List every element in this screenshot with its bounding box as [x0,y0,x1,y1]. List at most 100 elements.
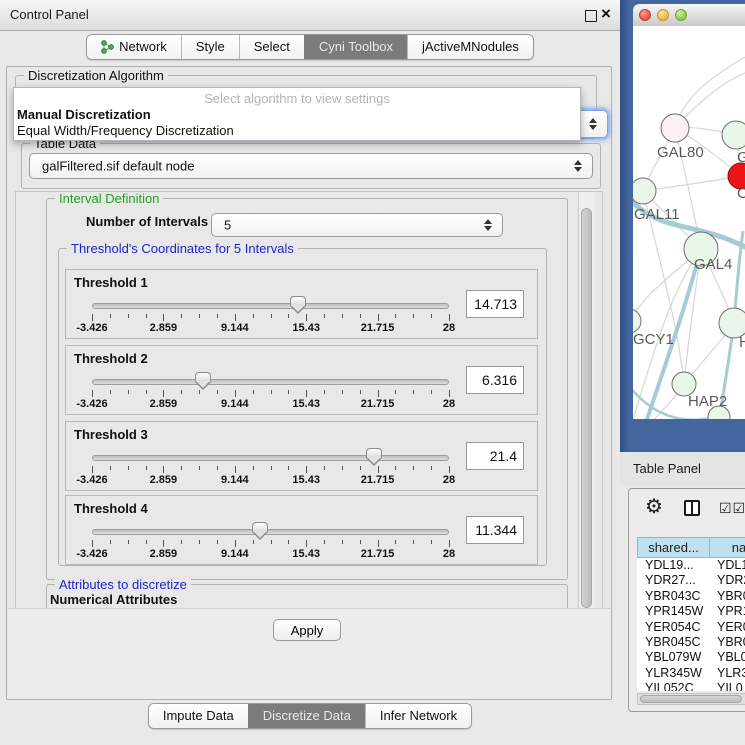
table-row[interactable]: YDR27...YDR2 [637,573,745,588]
tab-style[interactable]: Style [181,35,239,59]
slider-tick [378,466,379,473]
number-of-intervals-label: Number of Intervals [86,214,208,229]
close-icon[interactable]: × [601,4,611,24]
discretization-algorithm-title: Discretization Algorithm [24,68,168,83]
table-data-combobox[interactable]: galFiltered.sif default node [29,153,593,179]
table-row[interactable]: YPR145WYPR1 [637,604,745,619]
table-row[interactable]: YIL052CYIL0 [637,681,745,691]
table-row[interactable]: YBL079WYBL0 [637,650,745,665]
table-row[interactable]: YBR043CYBR0 [637,589,745,604]
table-cell: YLR3 [709,666,745,681]
dropdown-option-manual[interactable]: Manual Discretization [14,107,580,123]
slider-tick [431,540,432,544]
slider-tick-label: 9.144 [221,474,249,486]
slider-tick [271,390,272,394]
table-row[interactable]: YER054CYER0 [637,620,745,635]
network-node-gal80[interactable] [661,114,689,142]
settings-vertical-scrollbar[interactable] [578,192,595,668]
slider-tick [288,466,289,470]
threshold-label: Threshold 3 [74,427,148,442]
network-canvas[interactable]: GAL80GACGAL11GAL4GCY1HHAP2 [633,26,745,419]
threshold-slider-track[interactable] [92,379,449,385]
slider-tick [110,540,111,544]
slider-tick-label: 28 [443,474,455,486]
threshold-label: Threshold 2 [74,351,148,366]
network-window-frame: GAL80GACGAL11GAL4GCY1HHAP2 [620,0,745,452]
slider-tick-label: 2.859 [150,474,178,486]
column-header-shared-name[interactable]: shared... [637,537,709,558]
slider-tick [306,314,307,321]
tab-cyni-toolbox[interactable]: Cyni Toolbox [304,35,407,59]
interval-definition-title: Interval Definition [55,191,163,206]
tab-network[interactable]: Network [87,35,181,59]
thresholds-group-title: Threshold's Coordinates for 5 Intervals [67,241,298,256]
column-header-name[interactable]: na [709,537,745,558]
slider-tick [360,314,361,318]
table-data-selected-value: galFiltered.sif default node [42,159,194,174]
columns-icon[interactable] [684,500,700,516]
threshold-slider-thumb[interactable] [290,296,306,306]
gear-icon[interactable]: ⚙ [645,497,663,517]
slider-tick-label: 9.144 [221,398,249,410]
table-cell: YER054C [637,620,709,635]
network-node-label: H [739,334,745,351]
window-title: Control Panel [10,7,89,22]
slider-tick [253,390,254,394]
network-node-gal11[interactable] [633,178,656,204]
threshold-value-field[interactable]: 6.316 [466,366,524,394]
slider-tick [181,540,182,544]
network-edge[interactable] [643,176,741,191]
minimize-traffic-light-icon[interactable] [657,9,669,21]
close-traffic-light-icon[interactable] [639,9,651,21]
checkbox-icons[interactable]: ☑☑ [719,500,745,517]
threshold-value-field[interactable]: 11.344 [466,516,524,544]
slider-tick [253,466,254,470]
threshold-slider-thumb[interactable] [366,448,382,458]
threshold-slider-track[interactable] [92,455,449,461]
tab-select[interactable]: Select [239,35,304,59]
slider-tick [110,466,111,470]
threshold-slider-track[interactable] [92,529,449,535]
table-cell: YPR145W [637,604,709,619]
table-row[interactable]: YLR345WYLR3 [637,666,745,681]
slider-tick [342,314,343,318]
threshold-slider-thumb[interactable] [195,372,211,382]
top-tab-bar: NetworkStyleSelectCyni ToolboxjActiveMNo… [0,34,620,60]
slider-tick [235,314,236,321]
slider-tick [306,466,307,473]
number-of-intervals-combobox[interactable]: 5 [211,213,503,237]
tab-impute-data[interactable]: Impute Data [149,704,248,728]
tab-jactivemnodules[interactable]: jActiveMNodules [407,35,533,59]
thresholds-group: Threshold's Coordinates for 5 Intervals … [58,248,547,566]
slider-tick [431,466,432,470]
threshold-value-field[interactable]: 14.713 [466,290,524,318]
slider-tick [360,390,361,394]
settings-scroll-viewport: Interval Definition Number of Intervals … [15,191,603,669]
network-node-ga[interactable] [722,121,745,149]
network-window-titlebar [633,4,745,27]
network-node-gcy1[interactable] [633,309,641,333]
slider-tick [110,390,111,394]
threshold-slider-thumb[interactable] [252,522,268,532]
table-row[interactable]: YDL19...YDL1 [637,558,745,573]
tab-discretize-data[interactable]: Discretize Data [248,704,365,728]
slider-tick-label: 9.144 [221,322,249,334]
zoom-traffic-light-icon[interactable] [675,9,687,21]
threshold-label: Threshold 1 [74,275,148,290]
slider-tick [449,466,450,473]
threshold-value-field[interactable]: 21.4 [466,442,524,470]
slider-tick [413,540,414,544]
threshold-slider-track[interactable] [92,303,449,309]
table-row[interactable]: YBR045CYBR0 [637,635,745,650]
tab-infer-network[interactable]: Infer Network [365,704,471,728]
dropdown-option-equal-width[interactable]: Equal Width/Frequency Discretization [14,123,580,139]
apply-button[interactable]: Apply [273,619,341,641]
dropdown-hint-item[interactable]: Select algorithm to view settings [14,91,580,107]
slider-tick [449,390,450,397]
slider-tick [431,314,432,318]
table-cell: YBR043C [637,589,709,604]
slider-tick [288,314,289,318]
table-horizontal-scrollbar[interactable] [637,693,745,705]
float-icon[interactable] [585,10,597,22]
slider-tick [395,390,396,394]
